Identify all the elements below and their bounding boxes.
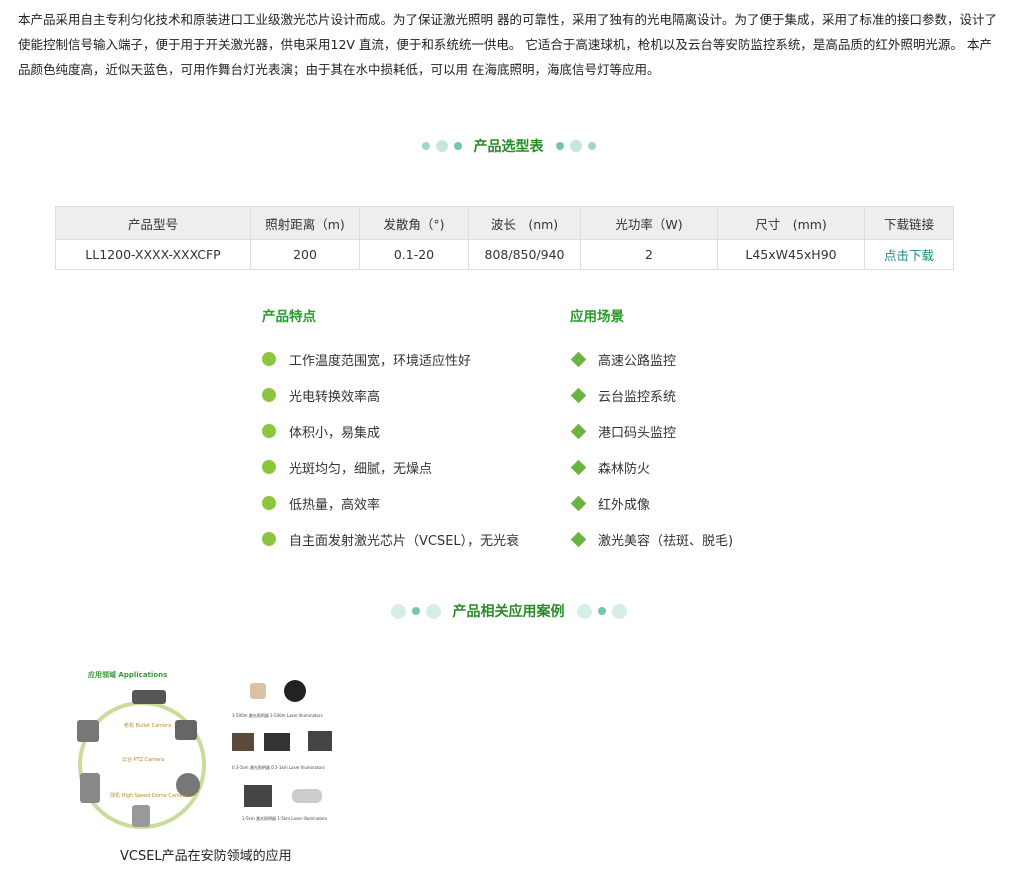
svg-text:球机 High Speed Dome Camera: 球机 High Speed Dome Camera bbox=[110, 792, 188, 799]
decor-dot bbox=[435, 140, 448, 152]
applications-title: 应用场景 bbox=[570, 309, 624, 325]
circle-bullet-icon bbox=[262, 352, 276, 366]
col-header: 产品型号 bbox=[55, 206, 251, 240]
cell-angle: 0.1-20 bbox=[359, 239, 469, 270]
circle-bullet-icon bbox=[262, 496, 276, 510]
diamond-bullet-icon bbox=[570, 459, 587, 475]
list-item: 体积小，易集成 bbox=[262, 413, 519, 449]
col-header: 尺寸 (mm) bbox=[717, 206, 865, 240]
illuminator-icon bbox=[250, 683, 266, 699]
diamond-bullet-icon bbox=[570, 387, 587, 403]
applications-section: 应用场景 高速公路监控 云台监控系统 港口码头监控 森林防火 红外成像 激光美容… bbox=[570, 305, 733, 557]
decor-dot bbox=[611, 603, 627, 619]
decor-dot bbox=[390, 603, 406, 619]
svg-text:1-5km 激光照明器 1-5km Laser Illumi: 1-5km 激光照明器 1-5km Laser Illuminators bbox=[242, 815, 327, 821]
list-item: 光斑均匀，细腻，无燥点 bbox=[262, 449, 519, 485]
circle-bullet-icon bbox=[262, 388, 276, 402]
decor-dot bbox=[411, 607, 420, 615]
illuminator-icon bbox=[232, 733, 254, 751]
svg-text:3-500m 激光照明器 3-500m Laser Illu: 3-500m 激光照明器 3-500m Laser Illuminators bbox=[232, 712, 323, 718]
cell-model: LL1200-XXXX-XXXCFP bbox=[55, 239, 251, 270]
decor-dot bbox=[569, 140, 582, 152]
diamond-bullet-icon bbox=[570, 495, 587, 511]
decor-dot bbox=[453, 142, 462, 150]
features-title: 产品特点 bbox=[262, 309, 316, 325]
applications-list: 高速公路监控 云台监控系统 港口码头监控 森林防火 红外成像 激光美容（祛斑、脱… bbox=[570, 341, 733, 557]
illuminator-icon bbox=[292, 789, 322, 803]
circle-bullet-icon bbox=[262, 424, 276, 438]
list-item: 红外成像 bbox=[570, 485, 733, 521]
selection-title: 产品选型表 bbox=[473, 139, 544, 155]
col-header: 照射距离（m) bbox=[250, 206, 360, 240]
svg-text:云台 PTZ Camera: 云台 PTZ Camera bbox=[122, 756, 164, 763]
decor-dot bbox=[425, 603, 441, 619]
illuminator-icon bbox=[244, 785, 272, 807]
figure-caption: VCSEL产品在安防领域的应用 bbox=[120, 849, 292, 864]
table-row: LL1200-XXXX-XXXCFP 200 0.1-20 808/850/94… bbox=[55, 239, 954, 270]
selection-heading: 产品选型表 bbox=[0, 136, 1017, 156]
illuminator-icon bbox=[284, 680, 306, 702]
features-section: 产品特点 工作温度范围宽，环境适应性好 光电转换效率高 体积小，易集成 光斑均匀… bbox=[262, 305, 519, 557]
decor-dot bbox=[555, 142, 564, 150]
decor-dot bbox=[421, 142, 430, 150]
application-figure: 应用领域 Applications 枪机 Bullet Camera 云台 PT… bbox=[70, 665, 340, 835]
security-applications-image: 应用领域 Applications 枪机 Bullet Camera 云台 PT… bbox=[77, 670, 332, 829]
diamond-bullet-icon bbox=[570, 351, 587, 367]
list-item: 低热量，高效率 bbox=[262, 485, 519, 521]
list-item: 云台监控系统 bbox=[570, 377, 733, 413]
list-item: 港口码头监控 bbox=[570, 413, 733, 449]
decor-dot bbox=[587, 142, 596, 150]
list-item: 光电转换效率高 bbox=[262, 377, 519, 413]
col-header: 波长 (nm) bbox=[468, 206, 581, 240]
illuminator-icon bbox=[264, 733, 290, 751]
list-item: 自主面发射激光芯片（VCSEL），无光衰 bbox=[262, 521, 519, 557]
bullet-camera-icon bbox=[132, 690, 166, 704]
ptz-camera-icon bbox=[77, 720, 99, 742]
camera-icon bbox=[132, 805, 150, 827]
camera-icon bbox=[175, 720, 197, 740]
download-link[interactable]: 点击下载 bbox=[884, 248, 934, 263]
list-item: 激光美容（祛斑、脱毛) bbox=[570, 521, 733, 557]
cell-distance: 200 bbox=[250, 239, 360, 270]
decor-dot bbox=[576, 603, 592, 619]
col-header: 光功率（W) bbox=[580, 206, 718, 240]
circle-bullet-icon bbox=[262, 532, 276, 546]
cell-wavelength: 808/850/940 bbox=[468, 239, 581, 270]
cell-download: 点击下载 bbox=[864, 239, 954, 270]
cases-heading: 产品相关应用案例 bbox=[0, 601, 1017, 621]
diamond-bullet-icon bbox=[570, 531, 587, 547]
col-header: 下载链接 bbox=[864, 206, 954, 240]
col-header: 发散角（°) bbox=[359, 206, 469, 240]
svg-text:枪机 Bullet Camera: 枪机 Bullet Camera bbox=[124, 722, 171, 729]
svg-text:0.3-1km 激光照明器 0.3-1km Laser Il: 0.3-1km 激光照明器 0.3-1km Laser Illuminators bbox=[232, 764, 325, 770]
selection-table: 产品型号 照射距离（m) 发散角（°) 波长 (nm) 光功率（W) 尺寸 (m… bbox=[55, 206, 954, 270]
figure-heading: 应用领域 Applications bbox=[88, 670, 167, 679]
decor-dot bbox=[597, 607, 606, 615]
illuminator-icon bbox=[308, 731, 332, 751]
features-list: 工作温度范围宽，环境适应性好 光电转换效率高 体积小，易集成 光斑均匀，细腻，无… bbox=[262, 341, 519, 557]
cases-title: 产品相关应用案例 bbox=[452, 604, 565, 620]
diamond-bullet-icon bbox=[570, 423, 587, 439]
list-item: 高速公路监控 bbox=[570, 341, 733, 377]
cell-power: 2 bbox=[580, 239, 718, 270]
list-item: 工作温度范围宽，环境适应性好 bbox=[262, 341, 519, 377]
cell-size: L45xW45xH90 bbox=[717, 239, 865, 270]
camera-icon bbox=[80, 773, 100, 803]
intro-text: 本产品采用自主专利匀化技术和原装进口工业级激光芯片设计而成。为了保证激光照明 器… bbox=[18, 12, 997, 77]
list-item: 森林防火 bbox=[570, 449, 733, 485]
circle-bullet-icon bbox=[262, 460, 276, 474]
table-header-row: 产品型号 照射距离（m) 发散角（°) 波长 (nm) 光功率（W) 尺寸 (m… bbox=[55, 206, 954, 240]
